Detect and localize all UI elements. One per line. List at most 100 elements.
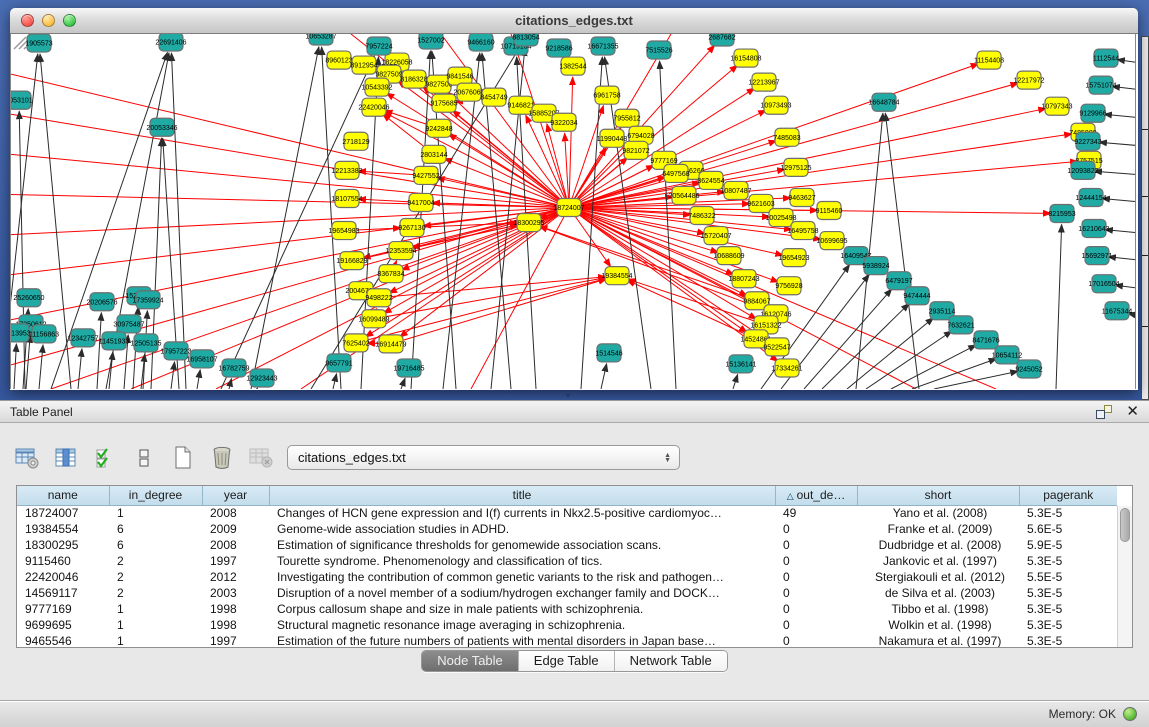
table-cell[interactable]: Yano et al. (2008) [857,505,1019,521]
table-cell[interactable]: 9115460 [17,553,109,569]
show-hide-checklist-icon[interactable] [92,445,118,471]
table-row[interactable]: 1872400712008Changes of HCN gene express… [17,505,1117,521]
table-cell[interactable]: 5.3E-5 [1019,633,1117,648]
table-cell[interactable]: 5.3E-5 [1019,505,1117,521]
table-row[interactable]: 977716911998Corpus callosum shape and si… [17,601,1117,617]
table-cell[interactable]: 5.3E-5 [1019,585,1117,601]
table-cell[interactable]: 5.3E-5 [1019,553,1117,569]
float-panel-icon[interactable] [1096,405,1112,419]
table-cell[interactable]: Corpus callosum shape and size in male p… [269,601,775,617]
row-height-icon[interactable] [131,445,157,471]
table-cell[interactable]: 49 [775,505,857,521]
table-cell[interactable]: 1998 [202,617,269,633]
table-cell[interactable]: 2003 [202,585,269,601]
table-cell[interactable]: de Silva et al. (2003) [857,585,1019,601]
table-cell[interactable]: Tourette syndrome. Phenomenology and cla… [269,553,775,569]
create-column-icon[interactable] [170,445,196,471]
scrollbar-thumb[interactable] [1120,508,1130,542]
table-cell[interactable]: Jankovic et al. (1997) [857,553,1019,569]
tab-network-table[interactable]: Network Table [615,651,727,671]
minimize-window-button[interactable] [42,14,55,27]
column-header-short[interactable]: short [857,486,1019,505]
table-cell[interactable]: 5.3E-5 [1019,617,1117,633]
table-cell[interactable]: 18300295 [17,537,109,553]
table-cell[interactable]: 0 [775,617,857,633]
table-cell[interactable]: Dudbridge et al. (2008) [857,537,1019,553]
table-cell[interactable]: 9699695 [17,617,109,633]
table-cell[interactable]: Tibbo et al. (1998) [857,601,1019,617]
table-cell[interactable]: 19384554 [17,521,109,537]
table-cell[interactable]: 0 [775,569,857,585]
table-cell[interactable]: 0 [775,521,857,537]
table-cell[interactable]: 5.6E-5 [1019,521,1117,537]
table-cell[interactable]: 1997 [202,553,269,569]
table-row[interactable]: 1456911722003Disruption of a novel membe… [17,585,1117,601]
table-cell[interactable]: 1997 [202,633,269,648]
table-cell[interactable]: Disruption of a novel member of a sodium… [269,585,775,601]
table-cell[interactable]: 22420046 [17,569,109,585]
table-cell[interactable]: 2 [109,553,202,569]
table-row[interactable]: 1830029562008Estimation of significance … [17,537,1117,553]
table-cell[interactable]: Investigating the contribution of common… [269,569,775,585]
table-cell[interactable]: 6 [109,537,202,553]
column-header-title[interactable]: title [269,486,775,505]
column-header-year[interactable]: year [202,486,269,505]
network-canvas[interactable]: 1872400718300295193845548960123891295418… [10,34,1136,389]
table-cell[interactable]: 2009 [202,521,269,537]
table-cell[interactable]: Structural magnetic resonance image aver… [269,617,775,633]
column-header-name[interactable]: name [17,486,109,505]
table-row[interactable]: 1938455462009Genome-wide association stu… [17,521,1117,537]
resize-grip-icon[interactable] [10,34,1133,387]
table-cell[interactable]: 5.9E-5 [1019,537,1117,553]
table-cell[interactable]: Estimation of significance thresholds fo… [269,537,775,553]
table-vertical-scrollbar[interactable] [1117,506,1132,647]
table-cell[interactable]: 6 [109,521,202,537]
table-row[interactable]: 946554611997Estimation of the future num… [17,633,1117,648]
table-cell[interactable]: Stergiakouli et al. (2012) [857,569,1019,585]
table-cell[interactable]: Wolkin et al. (1998) [857,617,1019,633]
network-view-window[interactable]: citations_edges.txt 18724007183002951938… [10,8,1138,390]
tab-edge-table[interactable]: Edge Table [519,651,615,671]
table-cell[interactable]: Changes of HCN gene expression and I(f) … [269,505,775,521]
table-cell[interactable]: 1 [109,601,202,617]
table-selector-dropdown[interactable]: citations_edges.txt ▲▼ [287,445,680,470]
table-cell[interactable]: 2 [109,585,202,601]
table-cell[interactable]: Estimation of the future numbers of pati… [269,633,775,648]
zoom-window-button[interactable] [63,14,76,27]
table-row[interactable]: 911546021997Tourette syndrome. Phenomeno… [17,553,1117,569]
table-cell[interactable]: 0 [775,537,857,553]
table-cell[interactable]: 1 [109,617,202,633]
table-cell[interactable]: 9465546 [17,633,109,648]
tab-node-table[interactable]: Node Table [422,651,519,671]
table-cell[interactable]: 5.3E-5 [1019,601,1117,617]
table-cell[interactable]: 2012 [202,569,269,585]
table-cell[interactable]: 9777169 [17,601,109,617]
delete-column-icon[interactable] [209,445,235,471]
table-cell[interactable]: 1 [109,633,202,648]
close-window-button[interactable] [21,14,34,27]
table-cell[interactable]: 0 [775,553,857,569]
table-cell[interactable]: Genome-wide association studies in ADHD. [269,521,775,537]
table-cell[interactable]: 2008 [202,505,269,521]
delete-table-icon[interactable] [248,445,274,471]
table-row[interactable]: 2242004622012Investigating the contribut… [17,569,1117,585]
table-cell[interactable]: 14569117 [17,585,109,601]
table-cell[interactable]: Franke et al. (2009) [857,521,1019,537]
panel-splitter-handle[interactable]: ▾ [566,391,570,400]
table-cell[interactable]: 2 [109,569,202,585]
table-cell[interactable]: 1 [109,505,202,521]
table-cell[interactable]: 1998 [202,601,269,617]
close-panel-icon[interactable]: ✕ [1126,405,1139,419]
table-cell[interactable]: 18724007 [17,505,109,521]
table-settings-icon[interactable] [14,445,40,471]
column-header-indegree[interactable]: in_degree [109,486,202,505]
table-cell[interactable]: 0 [775,633,857,648]
network-window-titlebar[interactable]: citations_edges.txt [10,8,1138,34]
table-cell[interactable]: 0 [775,585,857,601]
table-row[interactable]: 969969511998Structural magnetic resonanc… [17,617,1117,633]
table-cell[interactable]: 0 [775,601,857,617]
select-columns-icon[interactable] [53,445,79,471]
table-cell[interactable]: 2008 [202,537,269,553]
table-cell[interactable]: 5.5E-5 [1019,569,1117,585]
column-header-outde[interactable]: △out_de… [775,486,857,505]
